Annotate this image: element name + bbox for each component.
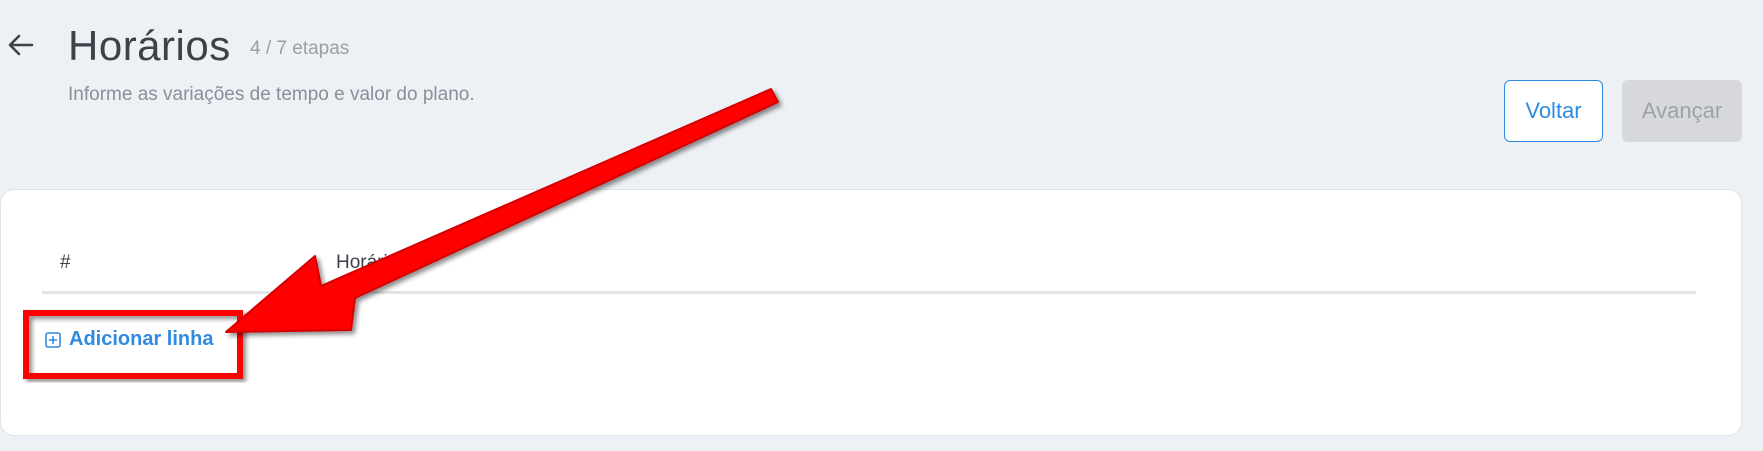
add-row-label: Adicionar linha [69,328,214,350]
column-header-index: # [60,252,71,273]
back-arrow-icon[interactable] [6,30,36,60]
column-header-time: Horário [336,252,399,273]
back-button[interactable]: Voltar [1504,80,1603,142]
page-title: Horários [68,22,231,69]
add-row-button[interactable]: Adicionar linha [45,328,213,351]
page-subtitle: Informe as variações de tempo e valor do… [68,84,475,105]
page-header: Horários 4 / 7 etapas Informe as variaçõ… [0,0,1763,180]
table-header-divider [42,291,1696,294]
plus-square-icon [45,331,61,348]
next-button[interactable]: Avançar [1622,80,1742,142]
schedule-table-card: # Horário Adicionar linha [0,189,1742,436]
step-counter: 4 / 7 etapas [250,38,350,59]
